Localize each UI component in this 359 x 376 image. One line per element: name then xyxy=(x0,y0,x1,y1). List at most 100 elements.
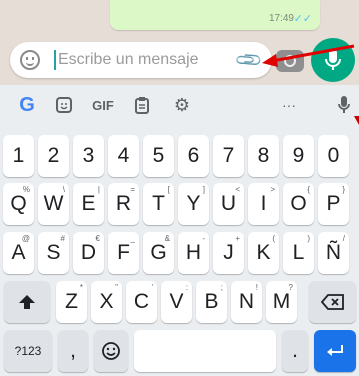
key-0[interactable]: 0 xyxy=(318,135,349,177)
key-3[interactable]: 3 xyxy=(73,135,104,177)
key-4[interactable]: 4 xyxy=(108,135,139,177)
key-hint: [ xyxy=(167,185,170,194)
key-label: P xyxy=(326,192,341,215)
key-hint: / xyxy=(342,234,345,243)
key-d[interactable]: D € xyxy=(73,232,104,274)
key-ñ[interactable]: Ñ / xyxy=(318,232,349,274)
key-hint: ; xyxy=(220,283,223,292)
key-y[interactable]: Y] xyxy=(178,183,209,225)
key-b[interactable]: B; xyxy=(196,281,227,323)
key-c[interactable]: C ' xyxy=(126,281,157,323)
key-j[interactable]: J + xyxy=(213,232,244,274)
emoji-key[interactable] xyxy=(94,330,128,372)
key-hint: * xyxy=(79,283,83,292)
key-label: 3 xyxy=(82,144,95,167)
key-label: 5 xyxy=(152,144,165,167)
key-label: 4 xyxy=(117,144,130,167)
key-label: X xyxy=(99,290,114,313)
key-8[interactable]: 8 xyxy=(248,135,279,177)
key-v[interactable]: V: xyxy=(161,281,192,323)
key-a[interactable]: A @ xyxy=(3,232,34,274)
google-search-button[interactable]: G xyxy=(14,93,40,117)
key-p[interactable]: P} xyxy=(318,183,349,225)
key-hint: = xyxy=(130,185,135,194)
key-label: 0 xyxy=(327,144,340,167)
key-e[interactable]: E | xyxy=(73,183,104,225)
key-u[interactable]: U < xyxy=(213,183,244,225)
chat-area: 17:49 ✓✓ Escribe un mensaje 📎 xyxy=(0,0,359,85)
key-label: U xyxy=(220,192,237,215)
key-label: L xyxy=(292,241,305,264)
key-i[interactable]: I > xyxy=(248,183,279,225)
period-key[interactable]: . xyxy=(282,330,308,372)
key-hint: ' xyxy=(151,283,153,292)
key-hint: € xyxy=(95,234,100,243)
key-label: T xyxy=(152,192,165,215)
key-label: H xyxy=(185,241,202,264)
key-label: 6 xyxy=(187,144,200,167)
key-f[interactable]: F _ xyxy=(108,232,139,274)
comma-key[interactable]: , xyxy=(58,330,88,372)
key-label: 7 xyxy=(222,144,235,167)
key-o[interactable]: O{ xyxy=(283,183,314,225)
key-h[interactable]: H- xyxy=(178,232,209,274)
key-hint: ) xyxy=(307,234,310,243)
keyboard-mic-icon[interactable] xyxy=(334,93,354,117)
key-1[interactable]: 1 xyxy=(3,135,34,177)
key-9[interactable]: 9 xyxy=(283,135,314,177)
key-label: Q xyxy=(10,192,27,215)
key-n[interactable]: N! xyxy=(231,281,262,323)
key-label: W xyxy=(43,192,64,215)
shift-key[interactable] xyxy=(4,281,50,323)
key-z[interactable]: Z * xyxy=(56,281,87,323)
key-t[interactable]: T[ xyxy=(143,183,174,225)
key-q[interactable]: Q% xyxy=(3,183,34,225)
key-label: Ñ xyxy=(325,241,342,264)
clipboard-icon[interactable] xyxy=(130,93,154,117)
key-hint: } xyxy=(342,185,345,194)
enter-key[interactable] xyxy=(314,330,356,372)
key-hint: # xyxy=(60,234,65,243)
key-label: K xyxy=(256,241,271,264)
key-hint: ? xyxy=(288,283,293,292)
key-2[interactable]: 2 xyxy=(38,135,69,177)
key-w[interactable]: W \ xyxy=(38,183,69,225)
space-key[interactable] xyxy=(134,330,276,372)
sticker-icon[interactable] xyxy=(52,93,76,117)
key-5[interactable]: 5 xyxy=(143,135,174,177)
key-6[interactable]: 6 xyxy=(178,135,209,177)
key-x[interactable]: X " xyxy=(91,281,122,323)
keyboard: G GIF ⚙ ··· ?123 , . 1 2 3 4 5 6 7 8 9 0 Q% W \ E | R = T… xyxy=(0,85,359,376)
backspace-key[interactable] xyxy=(309,281,356,323)
key-s[interactable]: S # xyxy=(38,232,69,274)
key-label: B xyxy=(204,290,219,313)
more-options-button[interactable]: ··· xyxy=(274,93,304,117)
key-label: S xyxy=(46,241,61,264)
key-hint: " xyxy=(115,283,118,292)
settings-gear-icon[interactable]: ⚙ xyxy=(170,93,194,117)
key-hint: \ xyxy=(62,185,65,194)
key-l[interactable]: L) xyxy=(283,232,314,274)
key-label: R xyxy=(115,192,132,215)
key-label: V xyxy=(169,290,184,313)
annotation-arrow-icon xyxy=(262,44,355,67)
key-hint: - xyxy=(202,234,205,243)
key-hint: > xyxy=(270,185,275,194)
key-m[interactable]: M? xyxy=(266,281,297,323)
key-k[interactable]: K( xyxy=(248,232,279,274)
key-7[interactable]: 7 xyxy=(213,135,244,177)
gif-button[interactable]: GIF xyxy=(86,93,120,117)
key-r[interactable]: R = xyxy=(108,183,139,225)
enter-arrow-icon xyxy=(327,345,343,356)
key-label: F xyxy=(117,241,130,264)
key-hint: % xyxy=(22,185,30,194)
key-label: A xyxy=(11,241,26,264)
key-hint: + xyxy=(235,234,240,243)
key-label: D xyxy=(80,241,97,264)
backspace-icon xyxy=(320,294,344,310)
key-hint: @ xyxy=(21,234,30,243)
key-label: 2 xyxy=(47,144,60,167)
key-g[interactable]: G & xyxy=(143,232,174,274)
key-label: C xyxy=(133,290,150,313)
symbols-key[interactable]: ?123 xyxy=(4,330,52,372)
